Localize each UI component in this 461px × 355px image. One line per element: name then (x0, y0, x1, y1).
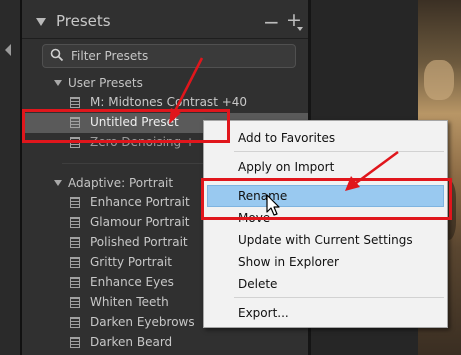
menu-item-label: Add to Favorites (238, 131, 336, 145)
search-icon (50, 48, 64, 62)
disclosure-triangle-icon[interactable] (36, 18, 46, 26)
preset-item[interactable]: Darken Beard (22, 333, 308, 353)
presets-panel-header[interactable]: Presets − + (22, 9, 308, 36)
photo-detail (424, 60, 454, 100)
menu-item-export[interactable]: Export... (204, 302, 447, 324)
preset-label: Enhance Eyes (90, 275, 174, 289)
menu-item-show-in-explorer[interactable]: Show in Explorer (204, 251, 447, 273)
preset-icon (70, 337, 80, 348)
filter-presets-input[interactable] (69, 47, 293, 65)
preset-label: Darken Eyebrows (90, 315, 195, 329)
menu-item-label: Export... (238, 306, 289, 320)
preset-icon (70, 97, 80, 108)
group-adaptive-portrait[interactable]: Adaptive: Portrait (68, 176, 173, 190)
menu-item-label: Apply on Import (238, 160, 335, 174)
preset-icon (70, 297, 80, 308)
menu-item-add-to-favorites[interactable]: Add to Favorites (204, 127, 447, 149)
menu-separator (234, 297, 444, 298)
left-panel-collapse-strip[interactable] (0, 0, 20, 355)
preset-icon (70, 237, 80, 248)
annotation-box-rename (201, 178, 452, 220)
preset-label: Gritty Portrait (90, 255, 173, 269)
header-divider (22, 38, 308, 39)
disclosure-triangle-icon[interactable] (54, 80, 62, 86)
preset-label: Darken Beard (90, 335, 173, 349)
annotation-box-selected-preset (22, 109, 230, 143)
preset-icon (70, 257, 80, 268)
collapse-left-icon[interactable] (5, 44, 11, 56)
menu-item-update-with-current-settings[interactable]: Update with Current Settings (204, 229, 447, 251)
menu-separator (234, 151, 444, 152)
preset-icon (70, 197, 80, 208)
menu-item-label: Delete (238, 277, 278, 291)
disclosure-triangle-icon[interactable] (54, 180, 62, 186)
preset-icon (70, 317, 80, 328)
preset-label: Enhance Portrait (90, 195, 190, 209)
panel-title: Presets (56, 12, 111, 30)
menu-item-delete[interactable]: Delete (204, 273, 447, 295)
remove-preset-button[interactable]: − (263, 10, 280, 34)
menu-item-apply-on-import[interactable]: Apply on Import (204, 156, 447, 178)
menu-item-label: Update with Current Settings (238, 233, 413, 247)
add-preset-dropdown-icon[interactable] (297, 27, 303, 31)
menu-item-label: Show in Explorer (238, 255, 339, 269)
preset-label: Glamour Portrait (90, 215, 190, 229)
group-user-presets[interactable]: User Presets (68, 76, 143, 90)
preset-icon (70, 277, 80, 288)
preset-label: Whiten Teeth (90, 295, 169, 309)
filter-presets-field[interactable] (42, 44, 296, 68)
preset-label: Polished Portrait (90, 235, 188, 249)
preset-label: M: Midtones Contrast +40 (90, 95, 248, 109)
context-menu: Add to Favorites Apply on Import Rename … (203, 120, 448, 328)
preset-icon (70, 217, 80, 228)
